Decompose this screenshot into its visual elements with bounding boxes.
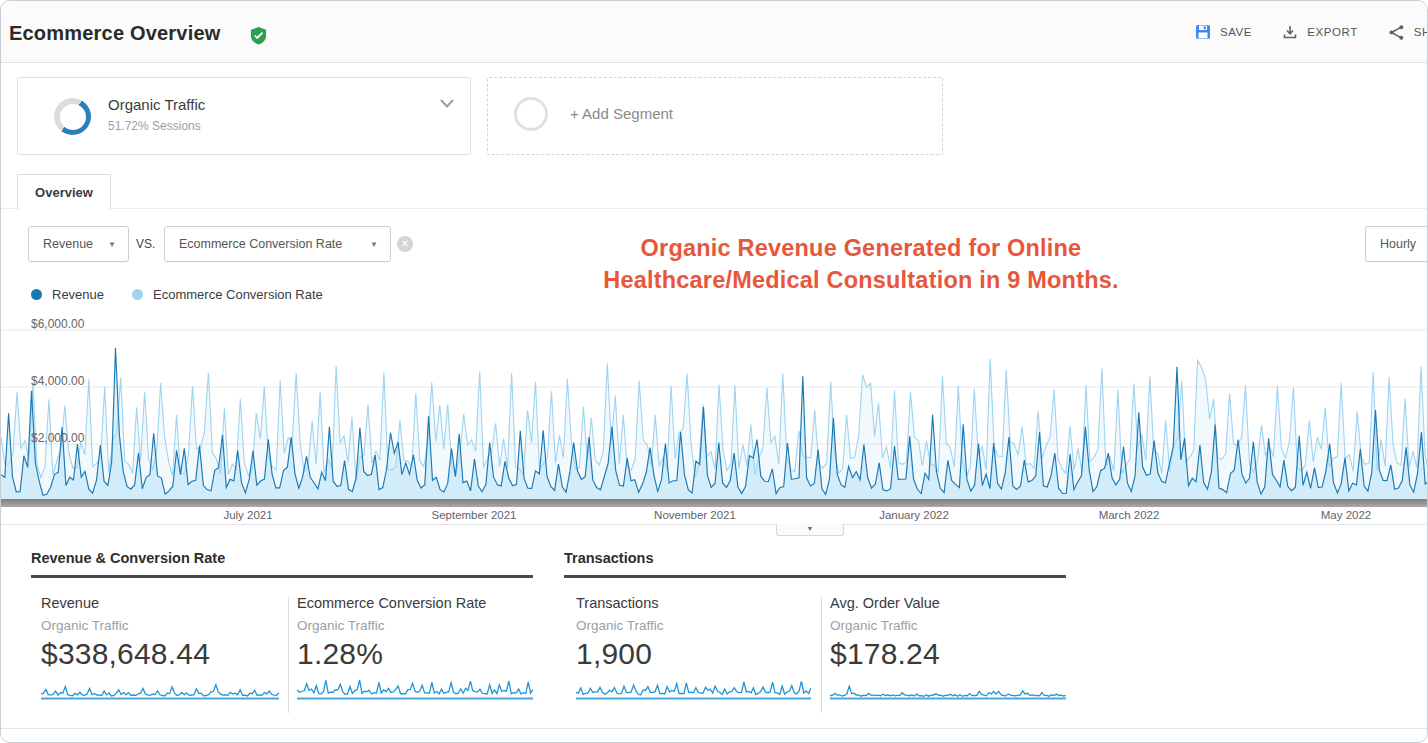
metric-card-revenue[interactable]: Revenue Organic Traffic $338,648.44 bbox=[41, 595, 279, 701]
card-divider bbox=[821, 597, 822, 713]
x-label-may2022: May 2022 bbox=[1321, 509, 1372, 521]
export-icon bbox=[1282, 24, 1298, 40]
annotation-heading: Organic Revenue Generated for Online Hea… bbox=[431, 232, 1291, 296]
remove-metric-icon[interactable]: ✕ bbox=[397, 236, 413, 252]
primary-metric-dropdown[interactable]: Revenue ▼ bbox=[28, 226, 129, 262]
export-label: EXPORT bbox=[1307, 26, 1358, 38]
sparkline-aov bbox=[830, 677, 1066, 701]
card-title: Ecommerce Conversion Rate bbox=[297, 595, 533, 611]
share-label: SH bbox=[1414, 26, 1428, 38]
add-segment-label: + Add Segment bbox=[570, 105, 673, 122]
section-transactions: Transactions bbox=[564, 550, 1066, 578]
card-segment: Organic Traffic bbox=[41, 618, 279, 633]
annotation-line1: Organic Revenue Generated for Online bbox=[431, 232, 1291, 264]
card-value: 1,900 bbox=[576, 637, 811, 671]
card-segment: Organic Traffic bbox=[830, 618, 1066, 633]
sparkline-transactions bbox=[576, 677, 811, 701]
header: Ecommerce Overview SAVE EXPORT bbox=[1, 1, 1427, 63]
timeline-chart bbox=[1, 313, 1428, 505]
export-button[interactable]: EXPORT bbox=[1282, 24, 1358, 40]
save-button[interactable]: SAVE bbox=[1195, 24, 1252, 40]
tab-overview[interactable]: Overview bbox=[17, 174, 111, 209]
share-button[interactable]: SH bbox=[1388, 24, 1428, 41]
tab-overview-label: Overview bbox=[35, 185, 93, 200]
card-segment: Organic Traffic bbox=[297, 618, 533, 633]
legend-dot-conversion bbox=[132, 289, 143, 300]
segment-detail: 51.72% Sessions bbox=[108, 119, 201, 133]
card-title: Revenue bbox=[41, 595, 279, 611]
y-tick-2000: $2,000.00 bbox=[31, 431, 84, 445]
metric-card-aov[interactable]: Avg. Order Value Organic Traffic $178.24 bbox=[830, 595, 1066, 701]
tab-strip-divider bbox=[1, 208, 1427, 209]
card-divider bbox=[288, 597, 289, 713]
chart-legend: Revenue Ecommerce Conversion Rate bbox=[31, 287, 323, 302]
x-label-nov2021: November 2021 bbox=[654, 509, 736, 521]
x-label-jan2022: January 2022 bbox=[879, 509, 949, 521]
section-revenue-conversion: Revenue & Conversion Rate bbox=[31, 550, 533, 578]
page-title: Ecommerce Overview bbox=[9, 22, 221, 45]
sparkline-revenue bbox=[41, 677, 279, 701]
card-value: 1.28% bbox=[297, 637, 533, 671]
x-label-jul2021: July 2021 bbox=[223, 509, 272, 521]
metric-card-transactions[interactable]: Transactions Organic Traffic 1,900 bbox=[576, 595, 811, 701]
card-segment: Organic Traffic bbox=[576, 618, 811, 633]
active-segment[interactable]: Organic Traffic 51.72% Sessions bbox=[17, 77, 471, 155]
x-label-sep2021: September 2021 bbox=[431, 509, 516, 521]
timeline-expander-button[interactable]: ▼ bbox=[776, 524, 844, 536]
add-segment-button[interactable]: + Add Segment bbox=[487, 77, 943, 155]
timeline-chart-area[interactable] bbox=[1, 313, 1428, 505]
card-value: $178.24 bbox=[830, 637, 1066, 671]
primary-metric-label: Revenue bbox=[43, 237, 93, 251]
vs-label: VS. bbox=[136, 226, 155, 262]
granularity-label: Hourly bbox=[1380, 237, 1416, 251]
save-label: SAVE bbox=[1220, 26, 1252, 38]
sparkline-conversion bbox=[297, 677, 533, 701]
card-title: Avg. Order Value bbox=[830, 595, 1066, 611]
y-tick-6000: $6,000.00 bbox=[31, 317, 84, 331]
granularity-hourly-button[interactable]: Hourly bbox=[1365, 226, 1428, 262]
chevron-down-icon[interactable] bbox=[436, 92, 458, 114]
caret-down-icon: ▼ bbox=[370, 240, 378, 249]
footer-divider bbox=[1, 728, 1427, 729]
legend-label-conversion: Ecommerce Conversion Rate bbox=[153, 287, 323, 302]
verified-shield-icon bbox=[249, 26, 268, 45]
segment-donut-icon bbox=[54, 98, 91, 135]
ecommerce-overview-page: Ecommerce Overview SAVE EXPORT bbox=[0, 0, 1428, 743]
chart-bottom-divider bbox=[1, 524, 1427, 525]
save-icon bbox=[1195, 24, 1211, 40]
legend-item-revenue: Revenue bbox=[31, 287, 104, 302]
legend-dot-revenue bbox=[31, 289, 42, 300]
metric-card-conversion[interactable]: Ecommerce Conversion Rate Organic Traffi… bbox=[297, 595, 533, 701]
annotation-line2: Healthcare/Medical Consultation in 9 Mon… bbox=[431, 264, 1291, 296]
add-segment-circle-icon bbox=[514, 97, 548, 131]
share-icon bbox=[1388, 24, 1405, 41]
legend-item-conversion: Ecommerce Conversion Rate bbox=[132, 287, 323, 302]
header-actions: SAVE EXPORT SH bbox=[1195, 1, 1428, 63]
x-axis-bar[interactable] bbox=[1, 499, 1427, 507]
segment-name: Organic Traffic bbox=[108, 96, 205, 113]
caret-down-icon: ▼ bbox=[108, 240, 116, 249]
secondary-metric-label: Ecommerce Conversion Rate bbox=[179, 237, 342, 251]
x-label-mar2022: March 2022 bbox=[1099, 509, 1160, 521]
card-title: Transactions bbox=[576, 595, 811, 611]
y-tick-4000: $4,000.00 bbox=[31, 374, 84, 388]
secondary-metric-dropdown[interactable]: Ecommerce Conversion Rate ▼ bbox=[164, 226, 391, 262]
card-value: $338,648.44 bbox=[41, 637, 279, 671]
legend-label-revenue: Revenue bbox=[52, 287, 104, 302]
